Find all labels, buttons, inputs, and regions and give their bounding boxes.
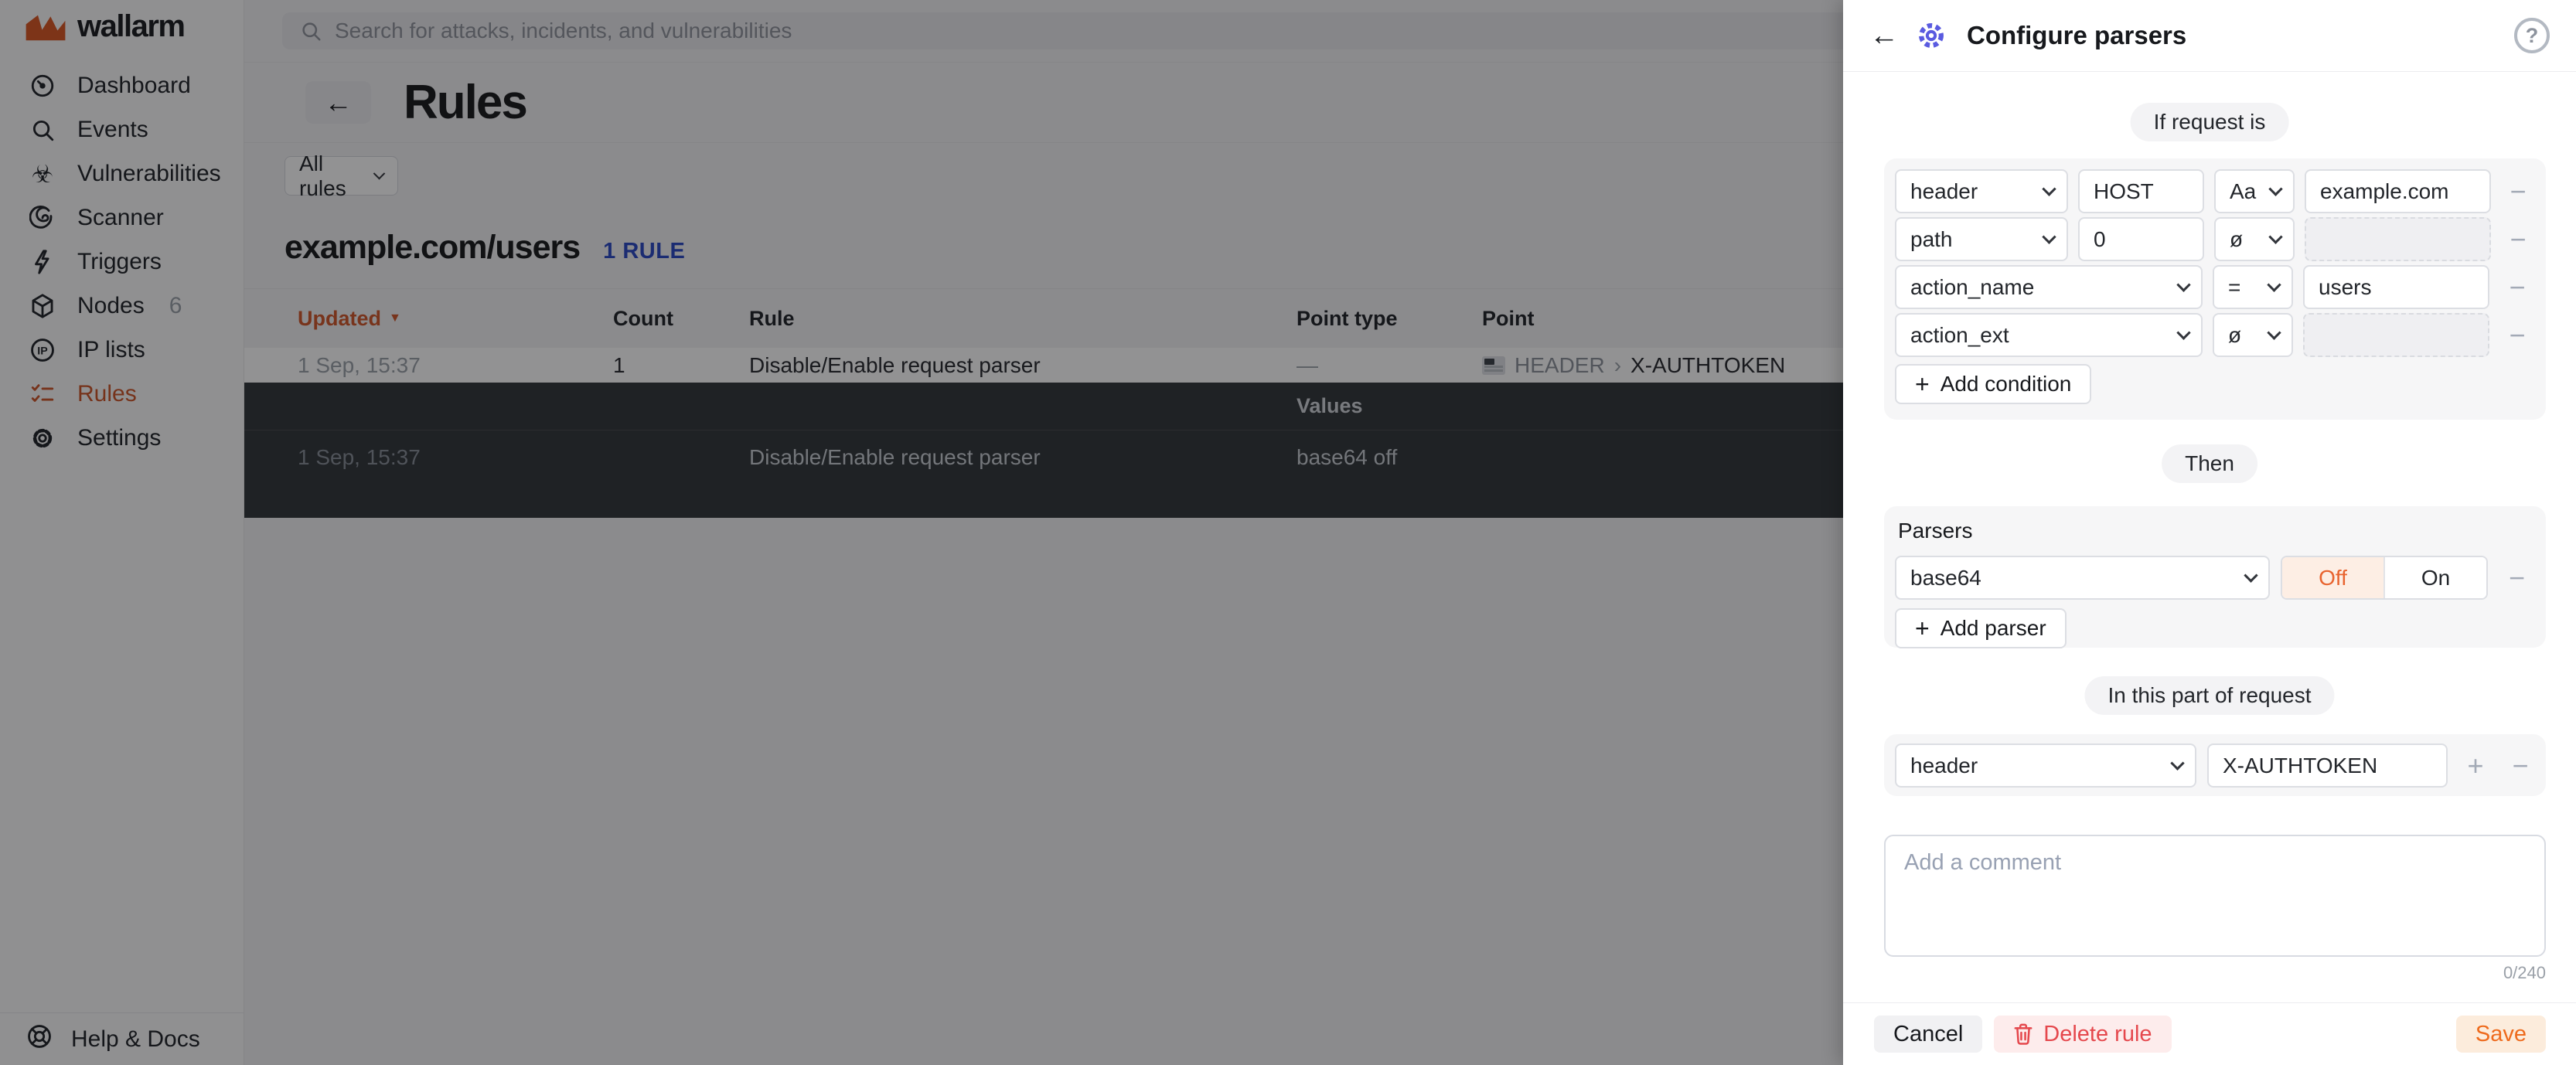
plus-icon: + [1915,616,1930,641]
parser-select[interactable]: base64 [1895,556,2270,600]
condition-value-input-disabled [2305,217,2491,261]
help-icon[interactable]: ? [2514,18,2550,53]
chevron-down-icon [2267,325,2281,339]
chevron-down-icon [2042,230,2056,243]
condition-operator-select[interactable]: = [2213,265,2293,309]
panel-footer: Cancel Delete rule Save [1843,1002,2576,1065]
parser-on-option[interactable]: On [2383,557,2486,598]
comment-char-counter: 0/240 [2503,963,2546,983]
request-part-select[interactable]: header [1895,743,2196,788]
configure-parsers-panel: ← Configure parsers ? If request is head… [1843,0,2576,1065]
remove-condition-button[interactable]: − [2500,271,2534,305]
request-part-value-input[interactable] [2207,743,2448,788]
remove-condition-button[interactable]: − [2501,223,2535,257]
chevron-down-icon [2042,182,2056,196]
parser-state-toggle: Off On [2281,556,2488,600]
remove-condition-button[interactable]: − [2500,318,2534,352]
chevron-down-icon [2170,756,2184,770]
condition-value-input[interactable] [2303,265,2489,309]
add-part-button[interactable]: + [2458,749,2493,783]
conditions-card: header Aa − path ø − action_name = − act… [1884,158,2546,420]
chevron-down-icon [2268,230,2282,243]
condition-row: action_name = − [1895,265,2535,309]
add-condition-button[interactable]: +Add condition [1895,364,2091,404]
chevron-down-icon [2244,568,2257,582]
parsers-card: Parsers base64 Off On − +Add parser [1884,506,2546,648]
condition-value-input[interactable] [2305,169,2491,213]
remove-part-button[interactable]: − [2503,749,2537,783]
save-button[interactable]: Save [2456,1016,2546,1053]
chevron-down-icon [2176,277,2190,291]
section-if-request-is: If request is [2131,103,2289,141]
trash-icon [2013,1023,2033,1045]
condition-field-select[interactable]: path [1895,217,2068,261]
add-parser-button[interactable]: +Add parser [1895,608,2067,648]
remove-parser-button[interactable]: − [2500,561,2534,595]
panel-title: Configure parsers [1967,21,2499,50]
request-part-row: header + − [1895,743,2535,788]
condition-field-select[interactable]: action_name [1895,265,2203,309]
delete-rule-button[interactable]: Delete rule [1994,1016,2171,1053]
request-part-card: header + − [1884,734,2546,796]
modal-overlay[interactable] [0,0,1843,1065]
plus-icon: + [1915,372,1930,396]
parsers-label: Parsers [1898,519,2535,543]
condition-row: action_ext ø − [1895,313,2535,357]
panel-back-button[interactable]: ← [1869,21,1899,50]
app-window: wallarm Dashboard Events ☣ Vulnerabiliti… [0,0,2576,1065]
condition-operator-select[interactable]: ø [2213,313,2293,357]
condition-value-input-disabled [2303,313,2489,357]
section-in-this-part: In this part of request [2084,676,2334,715]
panel-header: ← Configure parsers ? [1843,0,2576,72]
chevron-down-icon [2268,182,2282,196]
condition-operator-select[interactable]: ø [2214,217,2295,261]
comment-field-wrap [1884,835,2546,957]
condition-field-select[interactable]: action_ext [1895,313,2203,357]
condition-row: path ø − [1895,217,2535,261]
remove-condition-button[interactable]: − [2501,175,2535,209]
condition-operator-select[interactable]: Aa [2214,169,2295,213]
cancel-button[interactable]: Cancel [1874,1016,1982,1053]
condition-arg-input[interactable] [2078,217,2204,261]
chevron-down-icon [2176,325,2190,339]
chevron-down-icon [2267,277,2281,291]
condition-row: header Aa − [1895,169,2535,213]
condition-arg-input[interactable] [2078,169,2204,213]
section-then: Then [2162,444,2257,483]
parser-row: base64 Off On − [1895,556,2535,600]
comment-textarea[interactable] [1884,835,2546,957]
condition-field-select[interactable]: header [1895,169,2068,213]
parser-gear-icon [1914,19,1948,53]
parser-off-option[interactable]: Off [2282,557,2383,598]
